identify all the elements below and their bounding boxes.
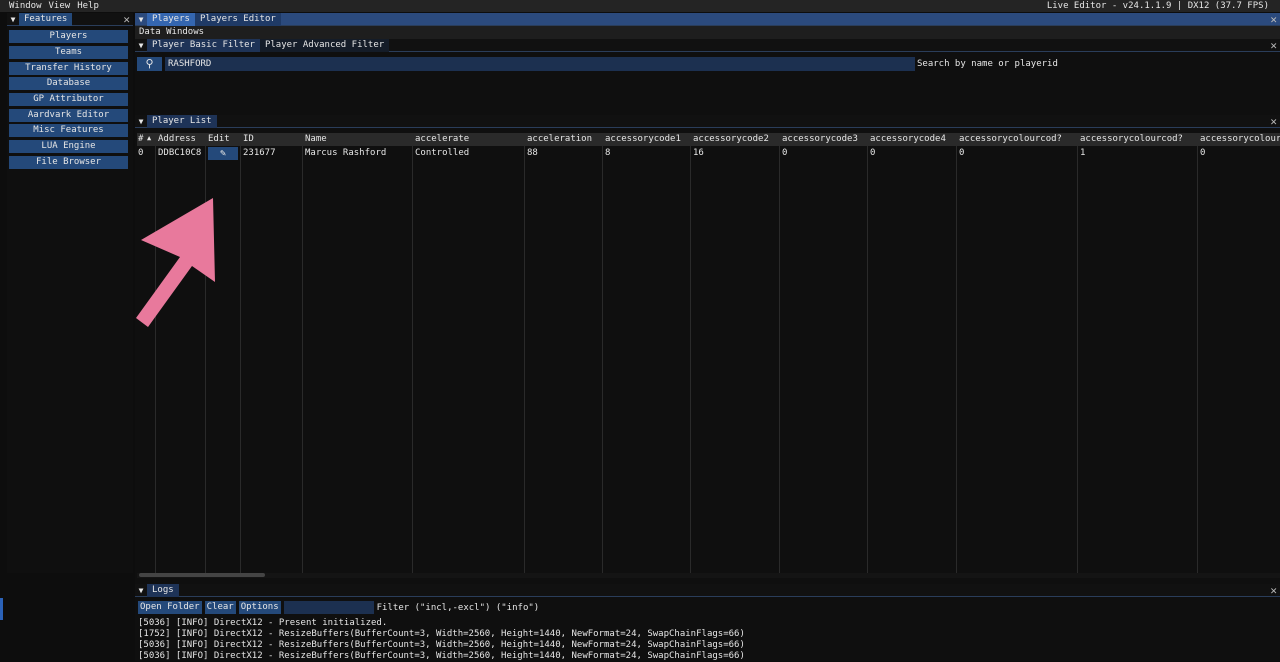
annotation-arrow <box>136 198 215 327</box>
arrow-shape <box>136 198 215 327</box>
